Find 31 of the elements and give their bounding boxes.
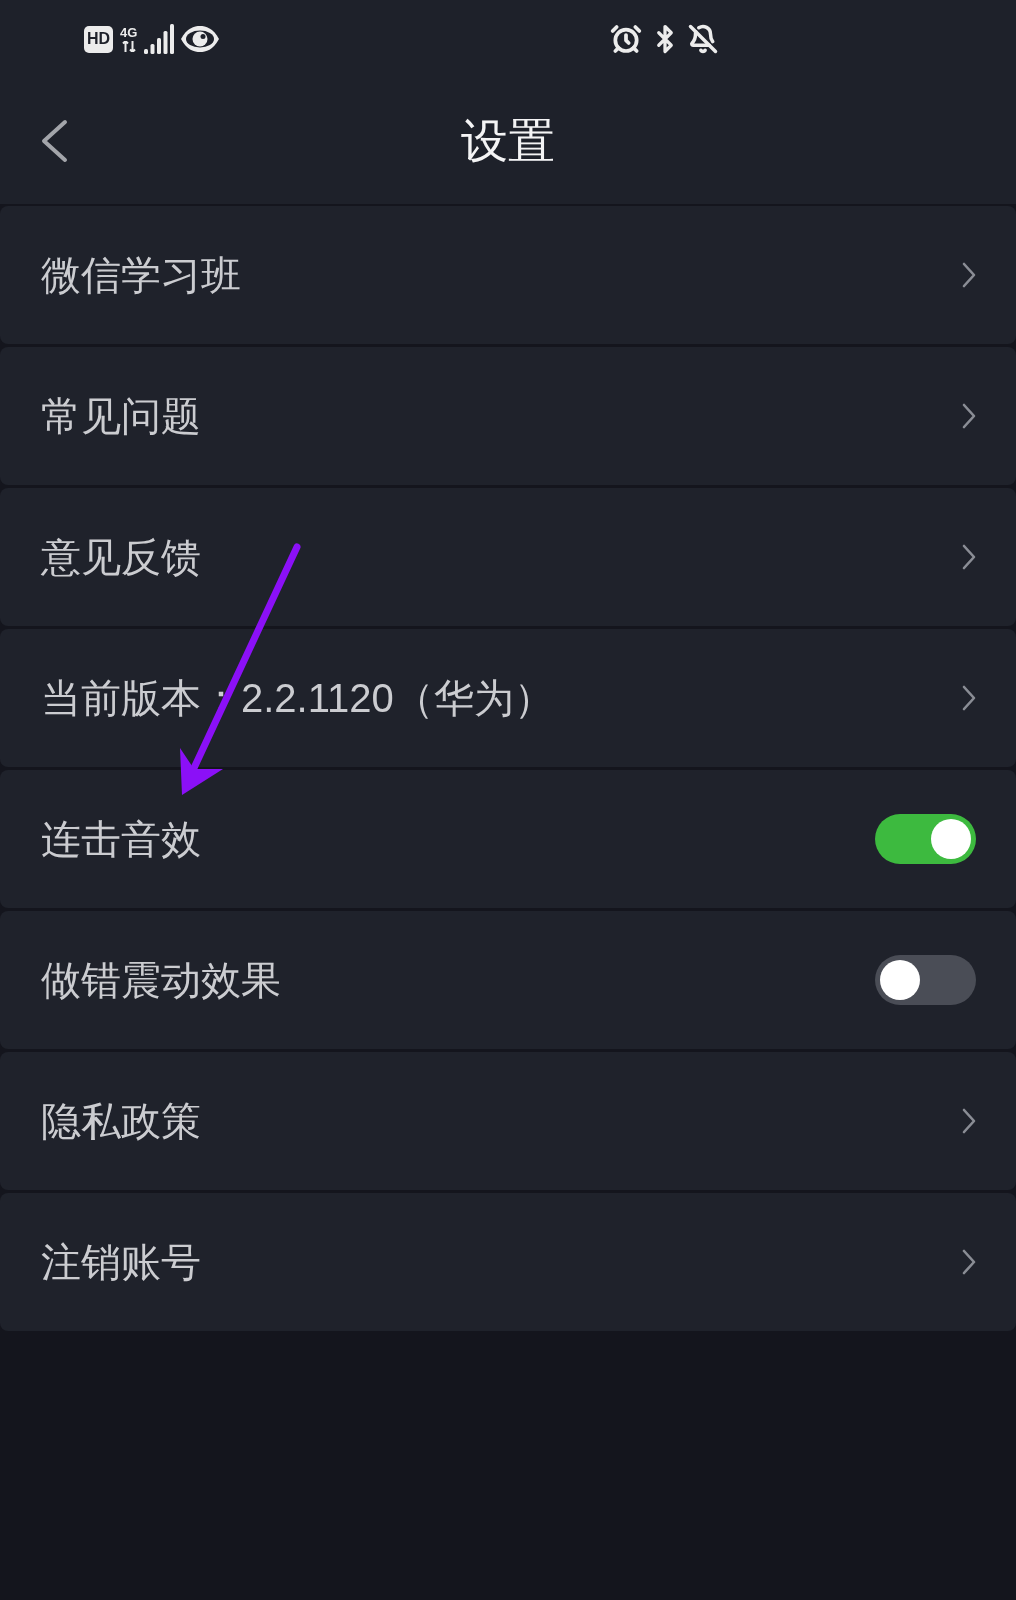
chevron-right-icon [962, 685, 976, 711]
row-label: 微信学习班 [41, 252, 241, 299]
row-label: 常见问题 [41, 393, 201, 440]
row-label: 注销账号 [41, 1239, 201, 1286]
settings-row[interactable]: 意见反馈 [0, 488, 1016, 626]
toggle-switch[interactable] [875, 955, 976, 1005]
back-icon[interactable] [40, 119, 68, 163]
alarm-clock-icon [610, 23, 642, 55]
toggle-switch[interactable] [875, 814, 976, 864]
settings-row[interactable]: 做错震动效果 [0, 911, 1016, 1049]
eye-icon [181, 26, 220, 52]
network-type: 4G [120, 26, 138, 39]
row-label: 做错震动效果 [41, 957, 281, 1004]
chevron-right-icon [962, 403, 976, 429]
hd-badge: HD [84, 25, 114, 53]
row-label: 隐私政策 [41, 1098, 201, 1145]
settings-row[interactable]: 微信学习班 [0, 206, 1016, 344]
row-label: 连击音效 [41, 816, 201, 863]
settings-row[interactable]: 注销账号 [0, 1193, 1016, 1331]
settings-row[interactable]: 连击音效 [0, 770, 1016, 908]
signal-bars-icon [144, 24, 175, 54]
bell-off-icon [688, 24, 718, 54]
chevron-right-icon [962, 1249, 976, 1275]
chevron-right-icon [962, 1108, 976, 1134]
settings-row[interactable]: 常见问题 [0, 347, 1016, 485]
page-title: 设置 [461, 112, 555, 169]
data-arrows-icon [121, 41, 136, 52]
chevron-right-icon [962, 262, 976, 288]
chevron-right-icon [962, 544, 976, 570]
settings-row[interactable]: 隐私政策 [0, 1052, 1016, 1190]
row-label: 意见反馈 [41, 534, 201, 581]
